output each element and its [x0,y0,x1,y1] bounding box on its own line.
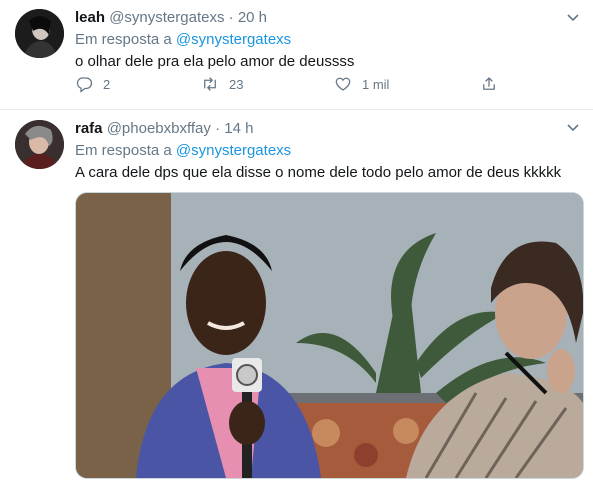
share-button[interactable] [480,73,498,95]
separator-dot: · [215,120,221,137]
tweet-rafa[interactable]: rafa @phoebxbxffay · 14 h Em resposta a … [0,110,593,489]
like-button[interactable]: 1 mil [334,73,389,95]
tweet-actions: 2 23 1 mil [75,73,505,95]
avatar[interactable] [15,120,64,169]
like-icon [335,77,351,91]
reply-prefix: Em resposta a [75,31,172,48]
tweet-leah[interactable]: leah @synystergatexs · 20 h Em resposta … [0,0,593,110]
avatar[interactable] [15,9,64,58]
separator-dot: · [228,9,234,26]
reply-button[interactable]: 2 [75,73,110,95]
like-count: 1 mil [362,76,390,92]
reply-mention-link[interactable]: @synystergatexs [176,31,291,48]
tweet-text: A cara dele dps que ela disse o nome del… [75,164,562,181]
author-name[interactable]: rafa [75,120,103,137]
author-name[interactable]: leah [75,9,105,26]
reply-context: Em resposta a @synystergatexs [75,30,581,50]
share-icon [483,77,495,90]
author-handle[interactable]: @phoebxbxffay [107,120,211,137]
reply-count: 2 [103,76,111,92]
retweet-button[interactable]: 23 [201,73,243,95]
tweet-timestamp[interactable]: 20 h [238,9,267,26]
chevron-down-icon[interactable] [567,124,579,132]
reply-mention-link[interactable]: @synystergatexs [176,142,291,159]
tweet-text: o olhar dele pra ela pelo amor de deusss… [75,53,355,70]
retweet-icon [204,77,216,91]
author-handle[interactable]: @synystergatexs [109,9,224,26]
retweet-count: 23 [229,76,244,92]
reply-prefix: Em resposta a [75,142,172,159]
reply-icon [76,77,93,93]
chevron-down-icon[interactable] [567,14,579,22]
reply-context: Em resposta a @synystergatexs [75,141,581,161]
tweet-timestamp[interactable]: 14 h [224,120,253,137]
tweet-media-image[interactable] [75,192,584,479]
